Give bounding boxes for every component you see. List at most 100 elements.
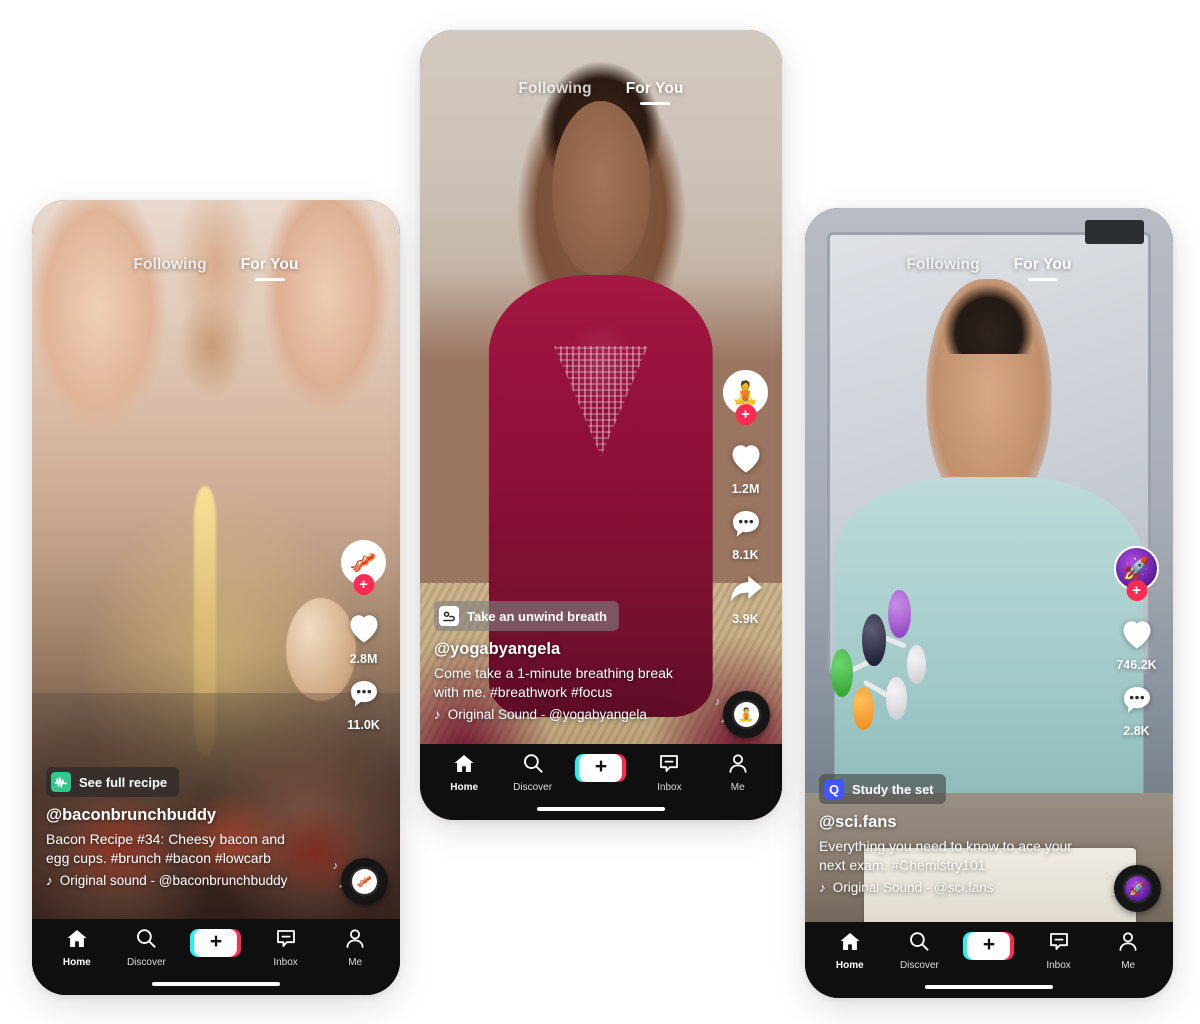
sound-disc-center[interactable]: 🧘 bbox=[723, 691, 770, 738]
nav-label-home: Home bbox=[450, 781, 479, 793]
music-note-icon: ♪ bbox=[819, 880, 826, 895]
sound-disc-thumbnail: 🧘 bbox=[734, 702, 759, 727]
nav-item-discover[interactable]: Discover bbox=[112, 928, 182, 968]
nav-label-discover: Discover bbox=[899, 959, 939, 971]
comment-icon bbox=[1120, 684, 1154, 721]
cta-badge-label: Study the set bbox=[852, 781, 934, 797]
sound-row-left[interactable]: ♪ Original sound - @baconbrunchbuddy bbox=[46, 873, 301, 888]
sound-label: Original Sound - @sci.fans bbox=[832, 880, 994, 895]
comment-button-right[interactable]: 2.8K bbox=[1120, 684, 1154, 738]
tab-for-you[interactable]: For You bbox=[626, 80, 684, 105]
caption-block-left: See full recipe @baconbrunchbuddy Bacon … bbox=[46, 767, 301, 888]
sound-row-right[interactable]: ♪ Original Sound - @sci.fans bbox=[819, 880, 1074, 895]
sound-disc-right[interactable]: 🚀 bbox=[1114, 865, 1161, 912]
nav-item-inbox[interactable]: Inbox bbox=[635, 753, 703, 793]
create-button[interactable]: + bbox=[190, 928, 242, 957]
share-icon bbox=[727, 574, 765, 609]
caption-block-right: Q Study the set @sci.fans Everything you… bbox=[819, 774, 1074, 895]
nav-item-home[interactable]: Home bbox=[430, 753, 498, 793]
cta-badge-center[interactable]: Take an unwind breath bbox=[434, 601, 619, 632]
video-detail-hands bbox=[32, 200, 400, 550]
comment-count: 11.0K bbox=[347, 718, 380, 732]
follow-button[interactable]: + bbox=[735, 404, 756, 425]
engagement-rail-center: 🧘 + 1.2M 8.1K 3.9K bbox=[723, 370, 768, 638]
home-icon bbox=[66, 928, 88, 954]
nav-label-me: Me bbox=[348, 956, 363, 968]
phone-mockup-right: Following For You 🚀 + 746.2K 2.8K Q Stud… bbox=[805, 208, 1173, 998]
search-icon bbox=[908, 931, 930, 957]
sound-row-center[interactable]: ♪ Original Sound - @yogabyangela bbox=[434, 707, 689, 722]
video-description-center: Come take a 1-minute breathing break wit… bbox=[434, 665, 673, 700]
nav-item-me[interactable]: Me bbox=[320, 928, 390, 968]
nav-item-discover[interactable]: Discover bbox=[885, 931, 955, 971]
nav-item-me[interactable]: Me bbox=[704, 753, 772, 793]
follow-button[interactable]: + bbox=[353, 574, 374, 595]
nav-label-home: Home bbox=[62, 956, 91, 968]
waveform-icon bbox=[51, 772, 71, 793]
cta-badge-label: Take an unwind breath bbox=[467, 608, 607, 624]
like-button-center[interactable]: 1.2M bbox=[728, 441, 764, 496]
sound-label: Original Sound - @yogabyangela bbox=[447, 707, 647, 722]
creator-handle-right[interactable]: @sci.fans bbox=[819, 813, 1074, 832]
video-detail-face bbox=[552, 101, 650, 275]
cta-badge-left[interactable]: See full recipe bbox=[46, 767, 180, 798]
phone-mockup-left: Following For You 🥓 + 2.8M 11.0K See ful… bbox=[32, 200, 400, 995]
nav-item-create[interactable]: + bbox=[954, 931, 1024, 960]
video-detail-board-marker bbox=[1084, 219, 1144, 244]
breathe-icon bbox=[439, 606, 459, 627]
like-button-left[interactable]: 2.8M bbox=[346, 611, 382, 666]
sound-disc-left[interactable]: 🥓 bbox=[341, 858, 388, 905]
heart-icon bbox=[346, 611, 382, 649]
home-indicator-left bbox=[152, 981, 280, 986]
nav-item-create[interactable]: + bbox=[567, 753, 635, 782]
comment-button-left[interactable]: 11.0K bbox=[347, 678, 381, 732]
creator-handle-left[interactable]: @baconbrunchbuddy bbox=[46, 806, 301, 825]
nav-label-me: Me bbox=[1121, 959, 1136, 971]
cta-badge-right[interactable]: Q Study the set bbox=[819, 774, 946, 805]
plus-icon: + bbox=[209, 930, 223, 953]
comment-icon bbox=[347, 678, 381, 715]
comment-button-center[interactable]: 8.1K bbox=[729, 508, 763, 562]
nav-item-create[interactable]: + bbox=[181, 928, 251, 957]
create-button[interactable]: + bbox=[575, 753, 627, 782]
inbox-icon bbox=[658, 753, 680, 779]
create-button[interactable]: + bbox=[963, 931, 1015, 960]
home-icon bbox=[839, 931, 861, 957]
quizlet-q-icon: Q bbox=[824, 779, 844, 800]
nav-item-home[interactable]: Home bbox=[815, 931, 885, 971]
person-icon bbox=[727, 753, 749, 779]
nav-label-me: Me bbox=[730, 781, 745, 793]
tab-for-you[interactable]: For You bbox=[1014, 256, 1072, 281]
nav-item-inbox[interactable]: Inbox bbox=[1024, 931, 1094, 971]
video-description-right: Everything you need to know to ace your … bbox=[819, 838, 1072, 873]
nav-item-home[interactable]: Home bbox=[42, 928, 112, 968]
creator-avatar-center[interactable]: 🧘 + bbox=[723, 370, 768, 425]
create-button-wrap: + bbox=[963, 931, 1015, 960]
inbox-icon bbox=[1048, 931, 1070, 957]
bottom-nav-center: Home Discover + Inbox Me bbox=[420, 743, 782, 820]
creator-handle-center[interactable]: @yogabyangela bbox=[434, 640, 689, 659]
follow-button[interactable]: + bbox=[1126, 580, 1147, 601]
nav-item-me[interactable]: Me bbox=[1093, 931, 1163, 971]
heart-icon bbox=[1119, 617, 1155, 655]
bottom-nav-row: Home Discover + Inbox Me bbox=[815, 931, 1163, 971]
create-button-wrap: + bbox=[575, 753, 627, 782]
tab-following[interactable]: Following bbox=[906, 256, 979, 281]
share-button-center[interactable]: 3.9K bbox=[727, 574, 765, 626]
nav-item-discover[interactable]: Discover bbox=[498, 753, 566, 793]
person-icon bbox=[1117, 931, 1139, 957]
search-icon bbox=[135, 928, 157, 954]
like-button-right[interactable]: 746.2K bbox=[1116, 617, 1157, 672]
tab-following[interactable]: Following bbox=[518, 80, 591, 105]
nav-label-home: Home bbox=[835, 959, 864, 971]
plus-icon: + bbox=[982, 933, 996, 956]
tab-for-you[interactable]: For You bbox=[241, 256, 299, 281]
creator-avatar-right[interactable]: 🚀 + bbox=[1114, 546, 1159, 601]
tab-following[interactable]: Following bbox=[133, 256, 206, 281]
music-note-icon: ♪ bbox=[434, 707, 441, 722]
creator-avatar-left[interactable]: 🥓 + bbox=[341, 540, 386, 595]
like-count: 1.2M bbox=[731, 482, 760, 496]
engagement-rail-left: 🥓 + 2.8M 11.0K bbox=[341, 540, 386, 744]
nav-label-inbox: Inbox bbox=[273, 956, 298, 968]
nav-item-inbox[interactable]: Inbox bbox=[251, 928, 321, 968]
